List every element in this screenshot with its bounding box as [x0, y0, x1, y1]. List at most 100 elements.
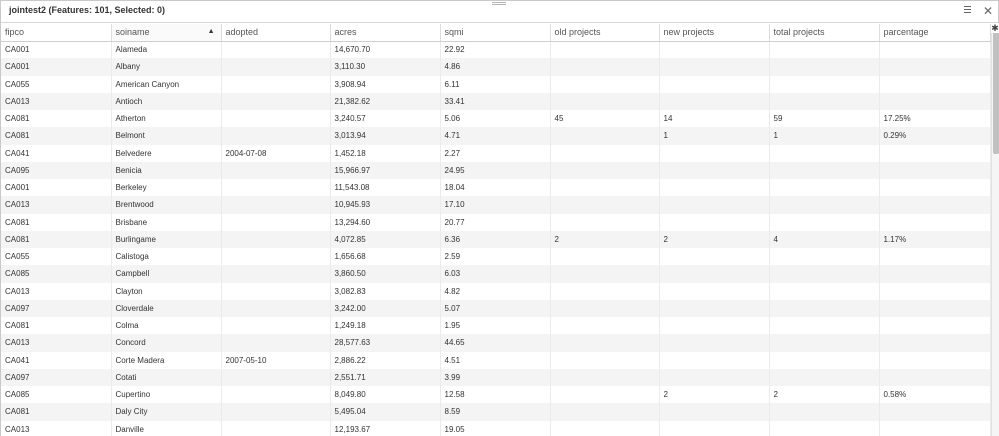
column-header-adopted[interactable]: adopted: [221, 24, 331, 42]
drag-handle[interactable]: [492, 1, 506, 5]
column-header-label: adopted: [225, 27, 259, 38]
table-cell-total-projects: [769, 75, 880, 93]
table-row[interactable]: CA041 Belvedere 2004-07-08 1,452.18 2.27: [1, 144, 991, 162]
close-icon[interactable]: ✕: [982, 4, 994, 18]
column-header-total-projects[interactable]: total projects: [769, 24, 880, 42]
table-cell-fipco: CA097: [1, 299, 112, 317]
table-cell-adopted: [221, 299, 331, 317]
table-cell-parcentage: [879, 403, 991, 421]
table-row[interactable]: CA013 Danville 12,193.67 19.05: [1, 420, 991, 436]
table-cell-sqmi: 5.07: [440, 299, 551, 317]
table-cell-acres: 15,966.97: [330, 161, 441, 179]
table-cell-total-projects: [769, 92, 880, 110]
table-cell-fipco: CA013: [1, 92, 112, 110]
table-cell-sqmi: 18.04: [440, 179, 551, 197]
table-row[interactable]: CA081 Burlingame 4,072.85 6.36 2 2 4 1.17%: [1, 230, 991, 248]
table-cell-total-projects: [769, 351, 880, 369]
table-row[interactable]: CA081 Daly City 5,495.04 8.59: [1, 403, 991, 421]
table-cell-sqmi: 8.59: [440, 403, 551, 421]
table-cell-new-projects: [659, 265, 770, 283]
table-row[interactable]: CA001 Berkeley 11,543.08 18.04: [1, 179, 991, 197]
column-header-label: acres: [334, 27, 357, 38]
table-cell-fipco: CA001: [1, 41, 112, 59]
table-cell-adopted: 2004-07-08: [221, 144, 331, 162]
table-row[interactable]: CA055 American Canyon 3,908.94 6.11: [1, 75, 991, 93]
table-cell-old-projects: [550, 299, 660, 317]
table-row[interactable]: CA097 Cloverdale 3,242.00 5.07: [1, 299, 991, 317]
column-header-fipco[interactable]: fipco: [1, 24, 112, 42]
table-cell-soiname: American Canyon: [111, 75, 222, 93]
table-row[interactable]: CA081 Brisbane 13,294.60 20.77: [1, 213, 991, 231]
table-cell-sqmi: 4.86: [440, 58, 551, 76]
table-cell-adopted: [221, 127, 331, 145]
column-header-label: parcentage: [883, 27, 929, 38]
column-header-label: total projects: [773, 27, 825, 38]
table-cell-old-projects: [550, 179, 660, 197]
table-cell-parcentage: 0.29%: [879, 127, 991, 145]
table-cell-new-projects: [659, 41, 770, 59]
column-header-sqmi[interactable]: sqmi: [440, 24, 551, 42]
table-cell-parcentage: [879, 213, 991, 231]
table-cell-sqmi: 44.65: [440, 334, 551, 352]
vertical-scrollbar[interactable]: [991, 24, 999, 436]
table-cell-old-projects: 45: [550, 110, 660, 128]
table-row[interactable]: CA001 Alameda 14,670.70 22.92: [1, 41, 991, 59]
gear-icon[interactable]: ✱: [991, 23, 999, 33]
table-cell-parcentage: [879, 144, 991, 162]
table-cell-old-projects: [550, 334, 660, 352]
table-cell-new-projects: [659, 368, 770, 386]
table-cell-acres: 3,013.94: [330, 127, 441, 145]
table-row[interactable]: CA001 Albany 3,110.30 4.86: [1, 58, 991, 76]
table-cell-sqmi: 19.05: [440, 420, 551, 436]
table-cell-new-projects: [659, 179, 770, 197]
table-cell-parcentage: [879, 196, 991, 214]
column-header-parcentage[interactable]: parcentage: [879, 24, 991, 42]
column-header-label: soiname: [115, 27, 150, 38]
table-cell-adopted: [221, 403, 331, 421]
table-row[interactable]: CA013 Concord 28,577.63 44.65: [1, 334, 991, 352]
table-cell-total-projects: [769, 144, 880, 162]
sort-ascending-icon[interactable]: ▲: [208, 28, 215, 35]
table-row[interactable]: CA081 Belmont 3,013.94 4.71 1 1 0.29%: [1, 127, 991, 145]
table-cell-total-projects: [769, 161, 880, 179]
table-cell-sqmi: 6.11: [440, 75, 551, 93]
table-row[interactable]: CA041 Corte Madera 2007-05-10 2,886.22 4.51: [1, 351, 991, 369]
table-cell-fipco: CA013: [1, 282, 112, 300]
table-cell-parcentage: 0.58%: [879, 386, 991, 404]
column-header-acres[interactable]: acres: [330, 24, 441, 42]
table-cell-acres: 2,886.22: [330, 351, 441, 369]
table-row[interactable]: CA081 Colma 1,249.18 1.95: [1, 317, 991, 335]
table-cell-old-projects: [550, 75, 660, 93]
table-cell-parcentage: [879, 75, 991, 93]
table-cell-total-projects: 4: [769, 230, 880, 248]
column-header-new-projects[interactable]: new projects: [659, 24, 770, 42]
table-row[interactable]: CA097 Cotati 2,551.71 3.99: [1, 368, 991, 386]
table-cell-total-projects: [769, 334, 880, 352]
column-header-old-projects[interactable]: old projects: [550, 24, 660, 42]
scrollbar-thumb[interactable]: [993, 32, 999, 154]
table-cell-acres: 21,382.62: [330, 92, 441, 110]
column-header-soiname[interactable]: soiname ▲: [111, 24, 222, 42]
table-cell-soiname: Benicia: [111, 161, 222, 179]
table-cell-new-projects: [659, 144, 770, 162]
table-cell-soiname: Berkeley: [111, 179, 222, 197]
table-cell-acres: 28,577.63: [330, 334, 441, 352]
table-cell-soiname: Clayton: [111, 282, 222, 300]
table-row[interactable]: CA085 Cupertino 8,049.80 12.58 2 2 0.58%: [1, 386, 991, 404]
table-row[interactable]: CA013 Clayton 3,082.83 4.82: [1, 282, 991, 300]
table-row[interactable]: CA085 Campbell 3,860.50 6.03: [1, 265, 991, 283]
table-cell-acres: 4,072.85: [330, 230, 441, 248]
table-cell-parcentage: [879, 420, 991, 436]
table-row[interactable]: CA095 Benicia 15,966.97 24.95: [1, 161, 991, 179]
table-cell-sqmi: 12.58: [440, 386, 551, 404]
table-cell-sqmi: 1.95: [440, 317, 551, 335]
table-cell-acres: 1,452.18: [330, 144, 441, 162]
table-row[interactable]: CA013 Brentwood 10,945.93 17.10: [1, 196, 991, 214]
table-cell-soiname: Cotati: [111, 368, 222, 386]
table-cell-fipco: CA001: [1, 58, 112, 76]
table-row[interactable]: CA013 Antioch 21,382.62 33.41: [1, 92, 991, 110]
hamburger-icon[interactable]: [963, 6, 973, 16]
table-row[interactable]: CA055 Calistoga 1,656.68 2.59: [1, 248, 991, 266]
table-row[interactable]: CA081 Atherton 3,240.57 5.06 45 14 59 17.25%: [1, 110, 991, 128]
column-header-label: new projects: [663, 27, 715, 38]
